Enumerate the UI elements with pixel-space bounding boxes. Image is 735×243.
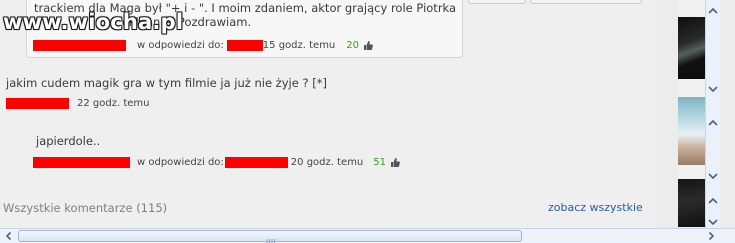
scroll-up-icon[interactable]	[708, 117, 718, 126]
see-all-link[interactable]: zobacz wszystkie	[548, 201, 643, 214]
redacted-username	[33, 156, 130, 168]
reply2-time: 20 godz. temu	[290, 156, 364, 168]
all-comments-label: Wszystkie komentarze (115)	[3, 201, 168, 215]
reply-meta: w odpowiedzi do: 15 godz. temu 20	[33, 38, 373, 52]
video-thumbnail[interactable]	[678, 97, 705, 165]
vertical-scrollbar[interactable]	[705, 0, 720, 228]
reply2-to-label: w odpowiedzi do:	[137, 156, 224, 168]
reply-time: 15 godz. temu	[262, 39, 336, 51]
comment-text: jakim cudem magik gra w tym filmie ja ju…	[6, 76, 327, 90]
video-thumbnail[interactable]	[678, 17, 705, 79]
reply-score: 20	[346, 39, 360, 51]
scroll-down-icon[interactable]	[708, 170, 718, 180]
scroll-up-icon[interactable]	[708, 5, 718, 14]
comment-meta: 22 godz. temu	[6, 96, 149, 110]
scroll-down-icon[interactable]	[708, 83, 718, 93]
reply2-text: japierdole..	[36, 134, 101, 148]
video-thumbnail[interactable]	[678, 179, 705, 227]
tab-button-right[interactable]	[530, 0, 642, 4]
reply2-score: 51	[373, 156, 387, 168]
watermark-logo: www.wiocha.pl	[3, 10, 183, 34]
scroll-right-icon[interactable]	[706, 231, 716, 241]
scroll-left-icon[interactable]	[4, 231, 14, 241]
comment-time: 22 godz. temu	[77, 97, 150, 109]
redacted-reply-target	[226, 39, 263, 51]
watermark-text: www.wiocha.pl	[3, 10, 184, 34]
scroll-up-icon[interactable]	[708, 195, 718, 204]
grip-icon	[266, 234, 276, 243]
comments-section: trackiem dla Maga był "+ i - ". I moim z…	[0, 0, 655, 228]
reply2-meta: w odpowiedzi do: 20 godz. temu 51	[33, 155, 400, 169]
redacted-username	[6, 97, 69, 109]
thumbs-up-icon[interactable]	[390, 157, 400, 168]
horizontal-scrollbar[interactable]	[0, 228, 735, 243]
scroll-down-icon[interactable]	[708, 216, 718, 226]
redacted-reply-target	[224, 156, 288, 168]
horizontal-scroll-thumb[interactable]	[18, 230, 522, 243]
tab-button-left[interactable]	[468, 0, 526, 4]
redacted-username	[33, 39, 126, 51]
thumbs-up-icon[interactable]	[363, 40, 373, 51]
reply-to-label: w odpowiedzi do:	[137, 39, 224, 51]
